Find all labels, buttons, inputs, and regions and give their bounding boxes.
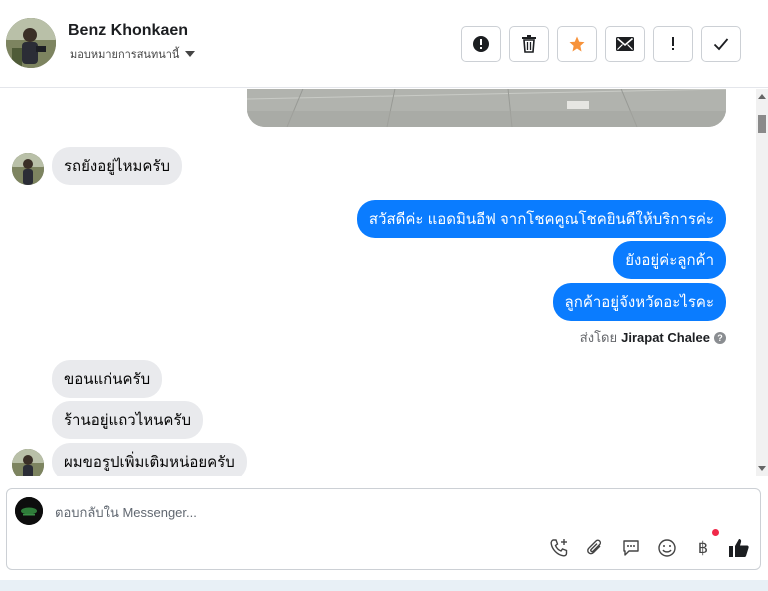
baht-icon[interactable]: ฿ — [692, 529, 719, 559]
exclamation-icon — [672, 37, 674, 50]
help-icon[interactable]: ? — [714, 331, 726, 344]
caret-down-icon — [185, 51, 196, 57]
incoming-message[interactable]: ร้านอยู่แถวไหนครับ — [52, 401, 204, 439]
outgoing-message[interactable]: ลูกค้าอยู่จังหวัดอะไรคะ — [552, 283, 726, 321]
checkmark-icon — [713, 38, 729, 51]
contact-avatar[interactable] — [6, 18, 56, 68]
contact-avatar[interactable] — [12, 449, 44, 476]
paperclip-icon[interactable] — [584, 537, 606, 559]
mark-unread-button[interactable] — [605, 26, 645, 62]
page-avatar — [15, 497, 43, 525]
follow-up-button[interactable] — [653, 26, 693, 62]
assign-conversation-dropdown[interactable]: มอบหมายการสนทนานี้ — [70, 45, 196, 63]
reply-input[interactable] — [55, 501, 655, 523]
scroll-down-arrow-icon[interactable] — [758, 466, 766, 471]
scroll-up-arrow-icon[interactable] — [758, 94, 766, 99]
envelope-icon — [616, 37, 634, 51]
thread-scrollbar[interactable] — [756, 89, 768, 476]
star-icon — [569, 36, 585, 52]
scroll-thumb[interactable] — [758, 115, 766, 133]
trash-icon — [522, 35, 536, 53]
incoming-message[interactable]: ผมขอรูปเพิ่มเติมหน่อยครับ — [52, 443, 247, 476]
outgoing-message[interactable]: สวัสดีค่ะ แอดมินอีฟ จากโชคคูณโชคยินดีให้… — [356, 200, 726, 238]
composer-toolbar: ฿ — [548, 529, 750, 559]
sent-by-label: ส่งโดย Jirapat Chalee ? — [580, 327, 726, 348]
conversation-header: Benz Khonkaen มอบหมายการสนทนานี้ — [0, 0, 768, 88]
incoming-message[interactable]: รถยังอยู่ไหมครับ — [52, 147, 182, 185]
assign-label: มอบหมายการสนทนานี้ — [70, 49, 180, 61]
phone-add-icon[interactable] — [548, 537, 570, 559]
spam-button[interactable] — [461, 26, 501, 62]
sender-name: Jirapat Chalee — [621, 330, 710, 345]
message-thread[interactable]: รถยังอยู่ไหมครับ สวัสดีค่ะ แอดมินอีฟ จาก… — [0, 89, 756, 476]
thumbs-up-icon[interactable] — [728, 537, 750, 559]
outgoing-message[interactable]: ยังอยู่ค่ะลูกค้า — [613, 241, 726, 279]
chat-bubble-icon[interactable] — [620, 537, 642, 559]
contact-name[interactable]: Benz Khonkaen — [68, 22, 188, 40]
star-button[interactable] — [557, 26, 597, 62]
shared-photo[interactable] — [247, 89, 726, 127]
smiley-icon[interactable] — [656, 537, 678, 559]
sent-by-prefix: ส่งโดย — [579, 330, 618, 345]
notification-dot — [712, 529, 719, 536]
alert-circle-icon — [473, 36, 489, 52]
contact-avatar[interactable] — [12, 153, 44, 185]
done-button[interactable] — [701, 26, 741, 62]
delete-button[interactable] — [509, 26, 549, 62]
page-footer-strip — [0, 580, 768, 591]
baht-symbol: ฿ — [697, 540, 709, 557]
reply-composer: ฿ — [6, 488, 761, 570]
incoming-message[interactable]: ขอนแก่นครับ — [52, 360, 163, 398]
